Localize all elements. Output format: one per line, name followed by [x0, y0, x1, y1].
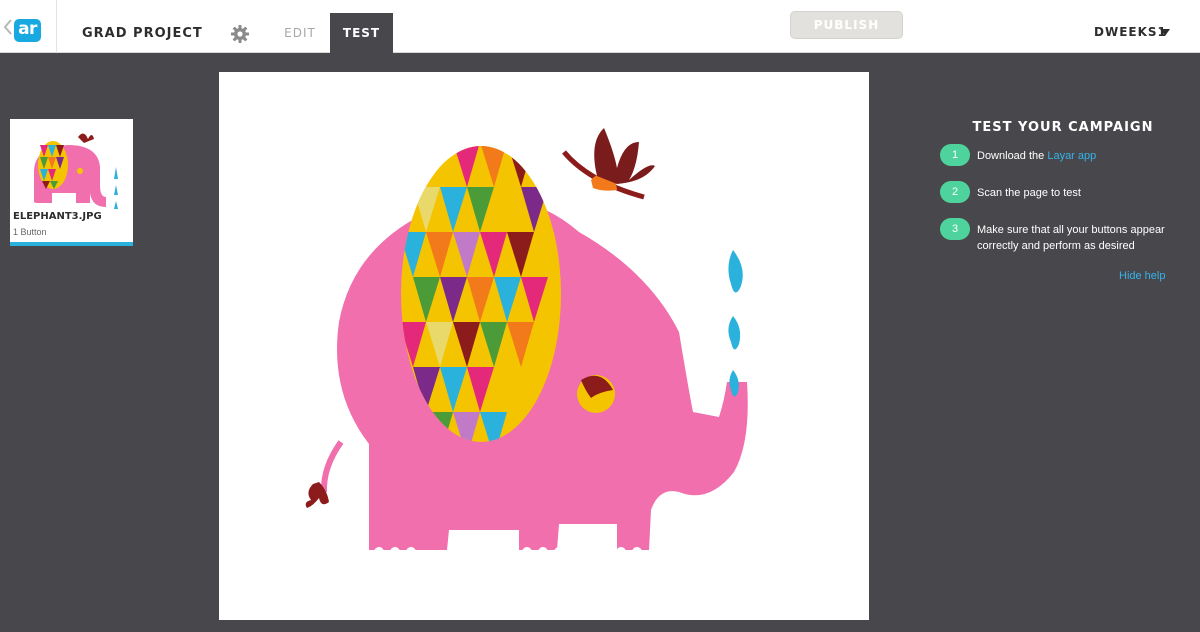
- step-number-badge: 2: [940, 181, 970, 203]
- hide-help-link[interactable]: Hide help: [1119, 270, 1165, 282]
- page-thumbnail-image: [34, 133, 118, 209]
- layar-logo: ar: [14, 19, 41, 42]
- step-text: Download the Layar app: [977, 150, 1097, 162]
- step-number-badge: 1: [940, 144, 970, 166]
- back-chevron-icon: [3, 19, 12, 35]
- tab-test[interactable]: TEST: [330, 13, 393, 53]
- help-title: TEST YOUR CAMPAIGN: [972, 120, 1154, 135]
- back-to-home-button[interactable]: ar: [0, 0, 57, 53]
- page-name: ELEPHANT3.JPG: [13, 211, 102, 222]
- tab-edit[interactable]: EDIT: [272, 13, 328, 53]
- step-text: Make sure that all your buttons appear c…: [977, 224, 1165, 252]
- water-drops: [728, 250, 743, 397]
- page-canvas: [219, 72, 869, 620]
- page-thumbnail-card[interactable]: ELEPHANT3.JPG 1 Button: [10, 119, 133, 246]
- settings-gear-icon[interactable]: [230, 24, 250, 44]
- publish-button[interactable]: PUBLISH: [790, 11, 903, 39]
- elephant-illustration: [305, 128, 748, 557]
- page-button-count: 1 Button: [13, 227, 47, 237]
- step-number-badge: 3: [940, 218, 970, 240]
- user-menu[interactable]: DWEEKS1: [1094, 25, 1167, 39]
- layar-app-link[interactable]: Layar app: [1047, 150, 1096, 162]
- project-name[interactable]: GRAD PROJECT: [82, 26, 203, 41]
- dropdown-caret-icon[interactable]: [1160, 29, 1170, 36]
- elephant-toes: [374, 547, 642, 557]
- step-text: Scan the page to test: [977, 187, 1081, 199]
- top-bar: ar GRAD PROJECT EDIT TEST PUBLISH DWEEKS…: [0, 0, 1200, 53]
- elephant-tail: [320, 440, 344, 493]
